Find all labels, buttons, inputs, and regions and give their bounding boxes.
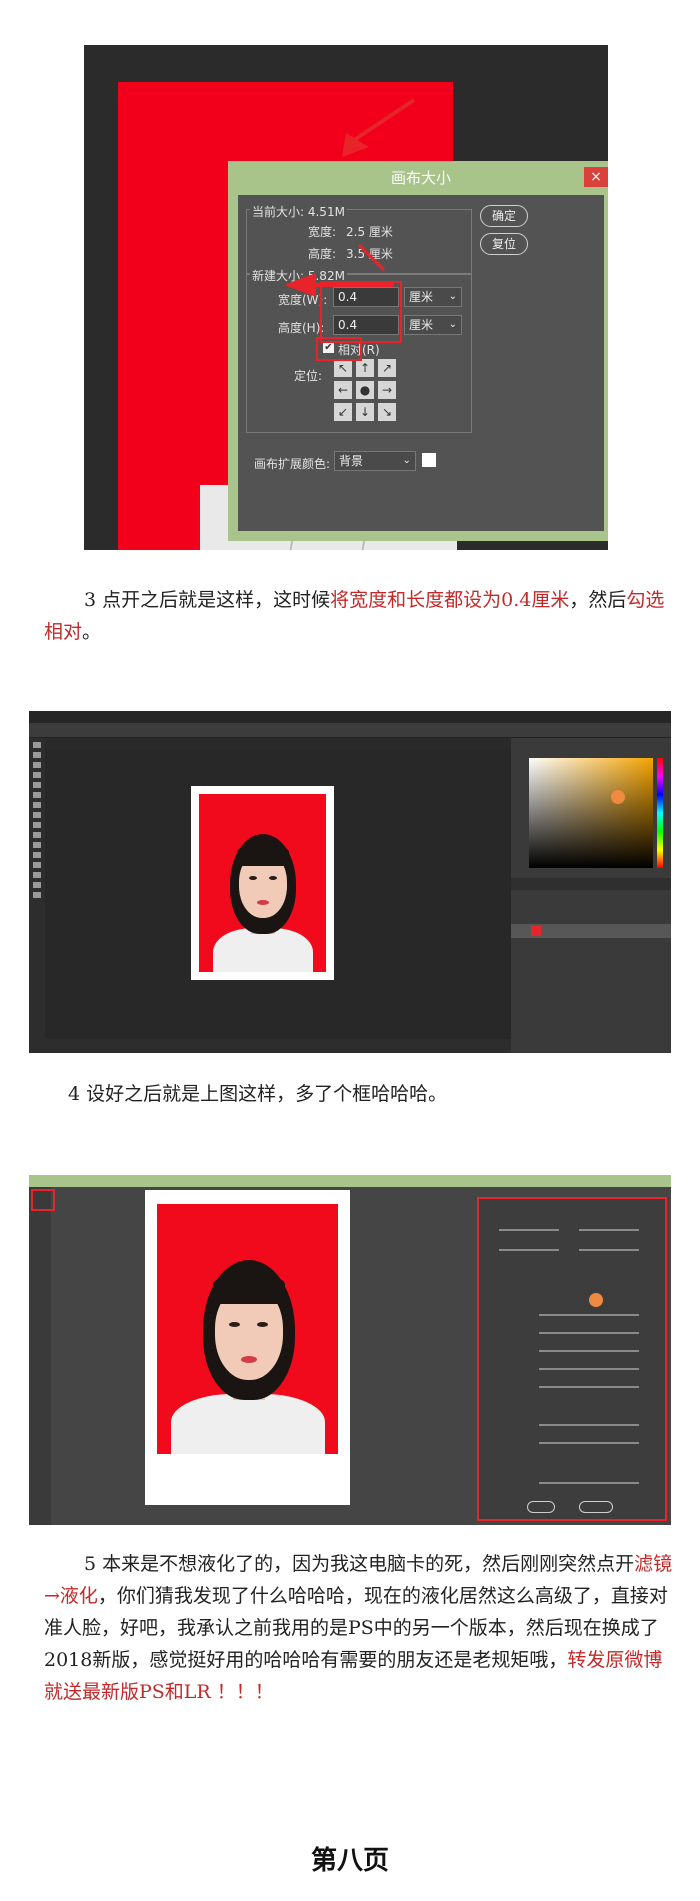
ok-button[interactable] <box>579 1501 613 1513</box>
step3-highlight-1: 将宽度和长度都设为0.4厘米 <box>330 589 570 611</box>
step3-suffix: 。 <box>82 621 102 643</box>
arrow-annotations <box>284 98 416 297</box>
hue-slider[interactable] <box>657 758 663 868</box>
options-bar <box>29 723 671 738</box>
liquify-screenshot <box>29 1175 671 1525</box>
canvas-size-screenshot: 画布大小 × 当前大小: 4.51M 宽度: 2.5 厘米 高度: 3.5 厘米… <box>84 45 608 550</box>
status-bar <box>45 1039 511 1053</box>
step3-paragraph: 3 点开之后就是这样，这时候将宽度和长度都设为0.4厘米，然后勾选相对。 <box>44 584 674 648</box>
document-canvas <box>45 749 511 1039</box>
step3-text: 3 点开之后就是这样，这时候 <box>84 589 331 611</box>
document-tabs <box>45 738 511 749</box>
photoshop-window-screenshot <box>29 711 671 1053</box>
layer-row[interactable] <box>511 924 671 938</box>
liquify-toolbar <box>29 1187 51 1525</box>
liquify-photo <box>145 1190 350 1505</box>
layers-panel-header <box>511 878 671 890</box>
portrait-photo <box>199 794 326 972</box>
color-picker[interactable] <box>529 758 653 868</box>
layer-thumbnail <box>531 926 541 936</box>
step5-paragraph: 5 本来是不想液化了的，因为我这电脑卡的死，然后刚刚突然点开滤镜→液化，你们猜我… <box>44 1548 676 1708</box>
toolbar <box>29 738 45 1053</box>
cancel-button[interactable] <box>527 1501 555 1513</box>
popup-indicator <box>589 1293 603 1307</box>
step5-text: 5 本来是不想液化了的，因为我这电脑卡的死，然后刚刚突然点开 <box>84 1553 635 1575</box>
portrait-photo <box>157 1204 338 1454</box>
liquify-properties-panel <box>477 1197 667 1521</box>
step3-mid: ，然后 <box>569 589 627 611</box>
photo-with-border <box>191 786 334 980</box>
menu-bar <box>29 711 671 723</box>
liquify-window <box>29 1187 671 1525</box>
right-panels <box>511 738 671 1053</box>
popup-indicator <box>611 790 625 804</box>
page-footer: 第八页 <box>310 1846 389 1876</box>
highlight-box <box>31 1189 55 1211</box>
step4-text: 4 设好之后就是上图这样，多了个框哈哈哈。 <box>68 1083 448 1105</box>
step4-paragraph: 4 设好之后就是上图这样，多了个框哈哈哈。 <box>68 1078 668 1110</box>
